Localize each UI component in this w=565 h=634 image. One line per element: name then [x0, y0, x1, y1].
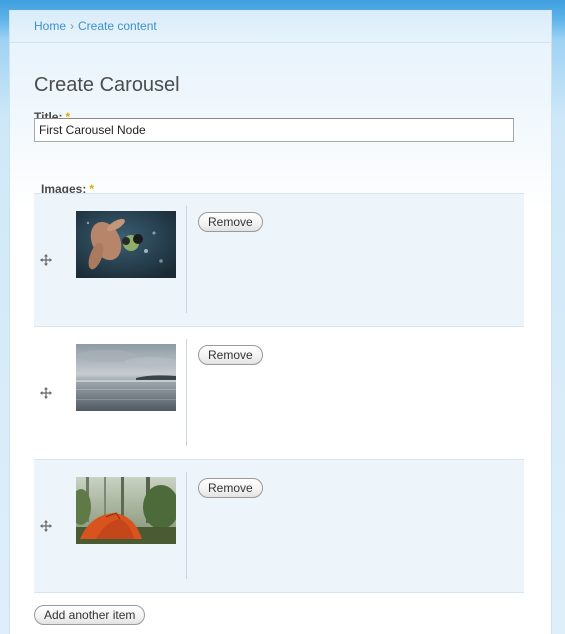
drag-handle-icon[interactable]	[40, 254, 52, 266]
remove-button[interactable]: Remove	[198, 345, 263, 365]
column-divider	[186, 206, 187, 313]
breadcrumb-separator: ›	[70, 19, 75, 33]
page-title: Create Carousel	[34, 74, 180, 97]
breadcrumb-home-link[interactable]: Home	[34, 19, 66, 33]
images-table: Remove Remove Remove	[34, 193, 524, 593]
remove-button[interactable]: Remove	[198, 478, 263, 498]
drag-handle-icon[interactable]	[40, 520, 52, 532]
image-thumbnail-lake	[76, 344, 176, 411]
page-container: Home › Create content Create Carousel Titl…	[9, 10, 552, 634]
image-thumbnail-tent	[76, 477, 176, 544]
drag-handle-icon[interactable]	[40, 387, 52, 399]
add-another-item-button[interactable]: Add another item	[34, 605, 146, 625]
breadcrumb: Home › Create content	[34, 19, 157, 33]
column-divider	[186, 339, 187, 446]
image-row: Remove	[34, 193, 524, 326]
image-row: Remove	[34, 459, 524, 592]
breadcrumb-bar: Home › Create content	[10, 10, 551, 43]
image-thumbnail-swimmer	[76, 211, 176, 278]
breadcrumb-create-content-link[interactable]: Create content	[78, 19, 157, 33]
image-row: Remove	[34, 326, 524, 459]
remove-button[interactable]: Remove	[198, 212, 263, 232]
title-input[interactable]	[34, 118, 514, 142]
column-divider	[186, 472, 187, 579]
table-bottom-border	[34, 592, 524, 593]
